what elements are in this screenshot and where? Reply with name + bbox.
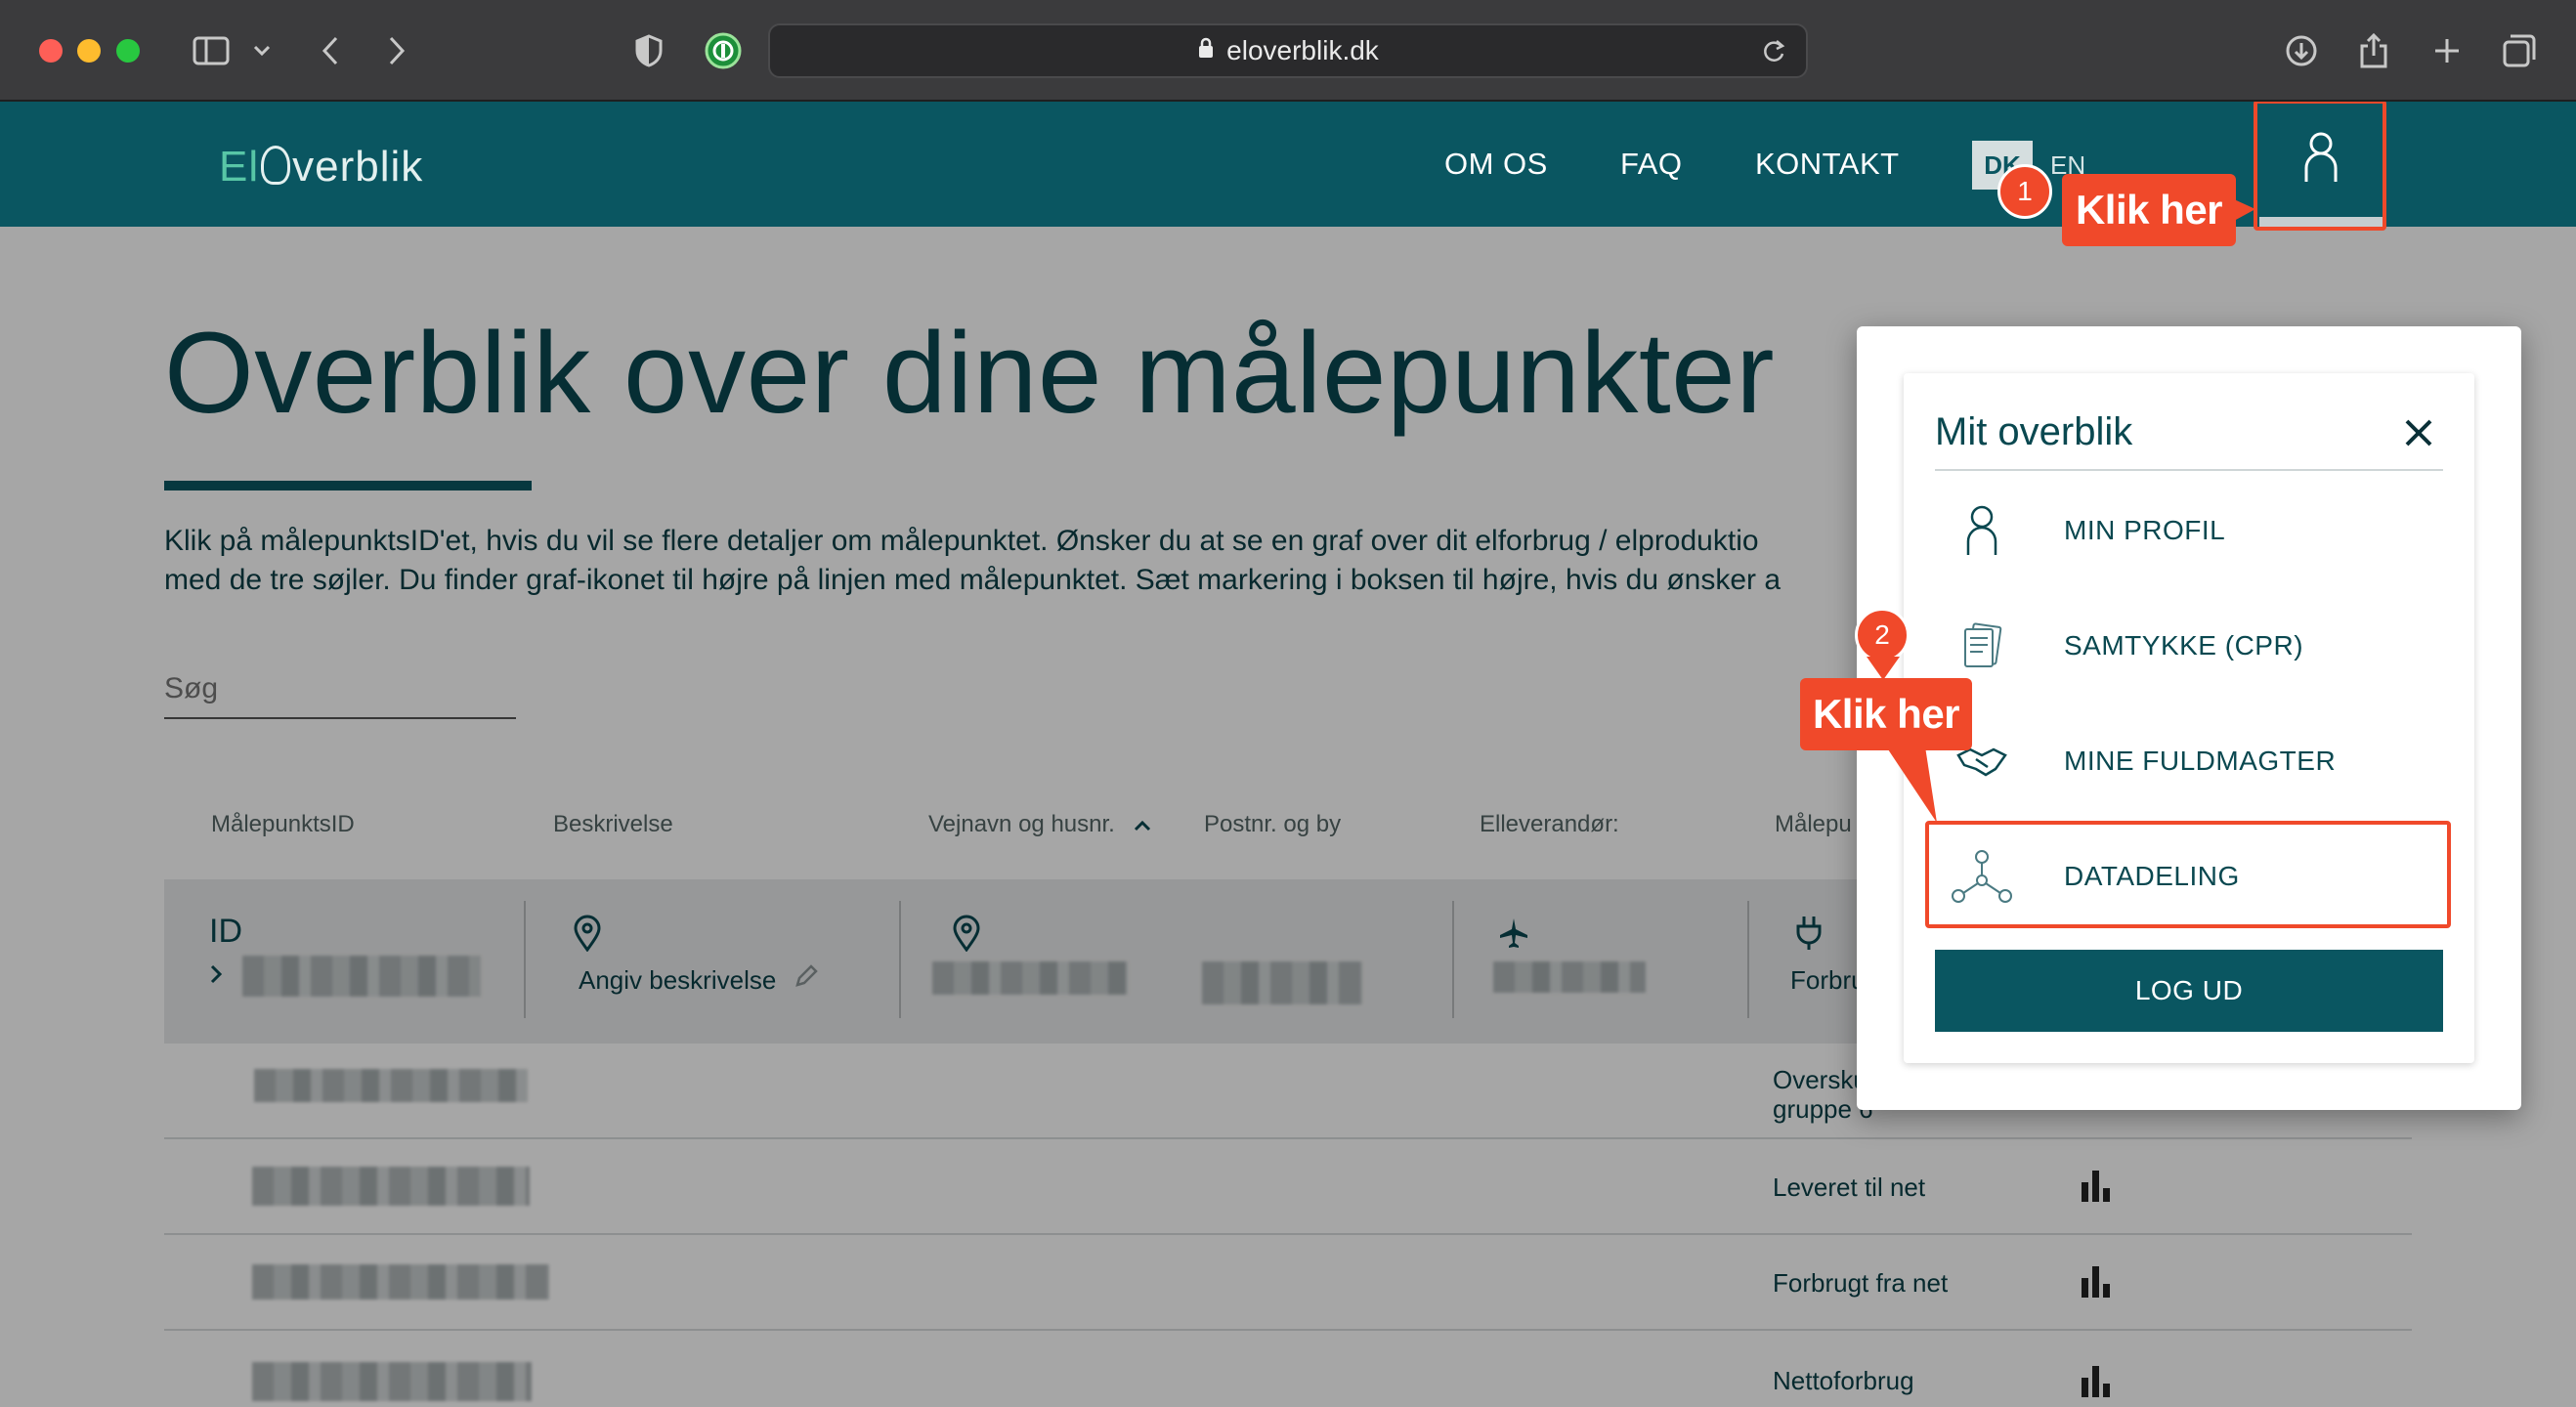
badge-pointer-icon [1867, 657, 1900, 680]
panel-divider [1935, 469, 2443, 471]
highlight-profile-button [2254, 102, 2386, 231]
new-tab-icon[interactable] [2427, 25, 2467, 76]
menu-item-mine-fuldmagter[interactable]: MINE FULDMAGTER [1935, 709, 2443, 813]
reload-icon[interactable] [1761, 37, 1786, 71]
minimize-window-button[interactable] [77, 39, 101, 63]
profile-menu-card: Mit overblik MIN PROFIL SAMTYKKE (CPR) M… [1904, 373, 2474, 1063]
logout-button[interactable]: LOG UD [1935, 950, 2443, 1032]
nav-kontakt[interactable]: KONTAKT [1755, 147, 1900, 182]
browser-toolbar: eloverblik.dk [0, 0, 2576, 102]
eloverblik-logo[interactable]: El verblik [219, 143, 423, 192]
sidebar-toggle-icon[interactable] [188, 25, 235, 76]
tab-overview-icon[interactable] [2498, 25, 2541, 76]
callout-step-1: Klik her [2062, 174, 2236, 246]
close-window-button[interactable] [39, 39, 63, 63]
lightbulb-icon [261, 146, 291, 185]
privacy-shield-icon[interactable] [629, 25, 668, 76]
menu-item-label: MIN PROFIL [2064, 515, 2226, 545]
menu-item-min-profil[interactable]: MIN PROFIL [1935, 479, 2443, 582]
callout-step-2: Klik her [1800, 678, 1972, 750]
password-manager-icon[interactable] [702, 25, 745, 76]
back-icon[interactable] [311, 25, 350, 76]
callout-arrow-icon [1886, 746, 1937, 823]
menu-item-samtykke[interactable]: SAMTYKKE (CPR) [1935, 594, 2443, 698]
menu-item-label: MINE FULDMAGTER [2064, 746, 2337, 776]
menu-item-label: SAMTYKKE (CPR) [2064, 630, 2304, 661]
forward-icon[interactable] [377, 25, 416, 76]
logo-el-text: El [219, 143, 260, 191]
lock-icon [1197, 35, 1215, 66]
chevron-down-icon[interactable] [248, 25, 276, 76]
close-icon[interactable] [2396, 410, 2441, 455]
panel-title: Mit overblik [1935, 410, 2133, 453]
callout-arrow-icon [2234, 199, 2255, 221]
web-page: El verblik OM OS FAQ KONTAKT DK EN Overb… [0, 102, 2576, 1407]
logo-rest-text: verblik [292, 143, 424, 191]
nav-om-os[interactable]: OM OS [1444, 147, 1548, 182]
nav-faq[interactable]: FAQ [1620, 147, 1683, 182]
address-bar[interactable]: eloverblik.dk [768, 23, 1808, 78]
documents-icon [1935, 612, 2029, 680]
url-text: eloverblik.dk [1226, 35, 1379, 65]
downloads-icon[interactable] [2281, 25, 2322, 76]
highlight-datadeling [1925, 821, 2451, 928]
share-icon[interactable] [2353, 25, 2394, 76]
step-badge-2: 2 [1855, 608, 1910, 662]
person-icon [1935, 496, 2029, 565]
zoom-window-button[interactable] [116, 39, 140, 63]
step-badge-1: 1 [1997, 164, 2052, 219]
